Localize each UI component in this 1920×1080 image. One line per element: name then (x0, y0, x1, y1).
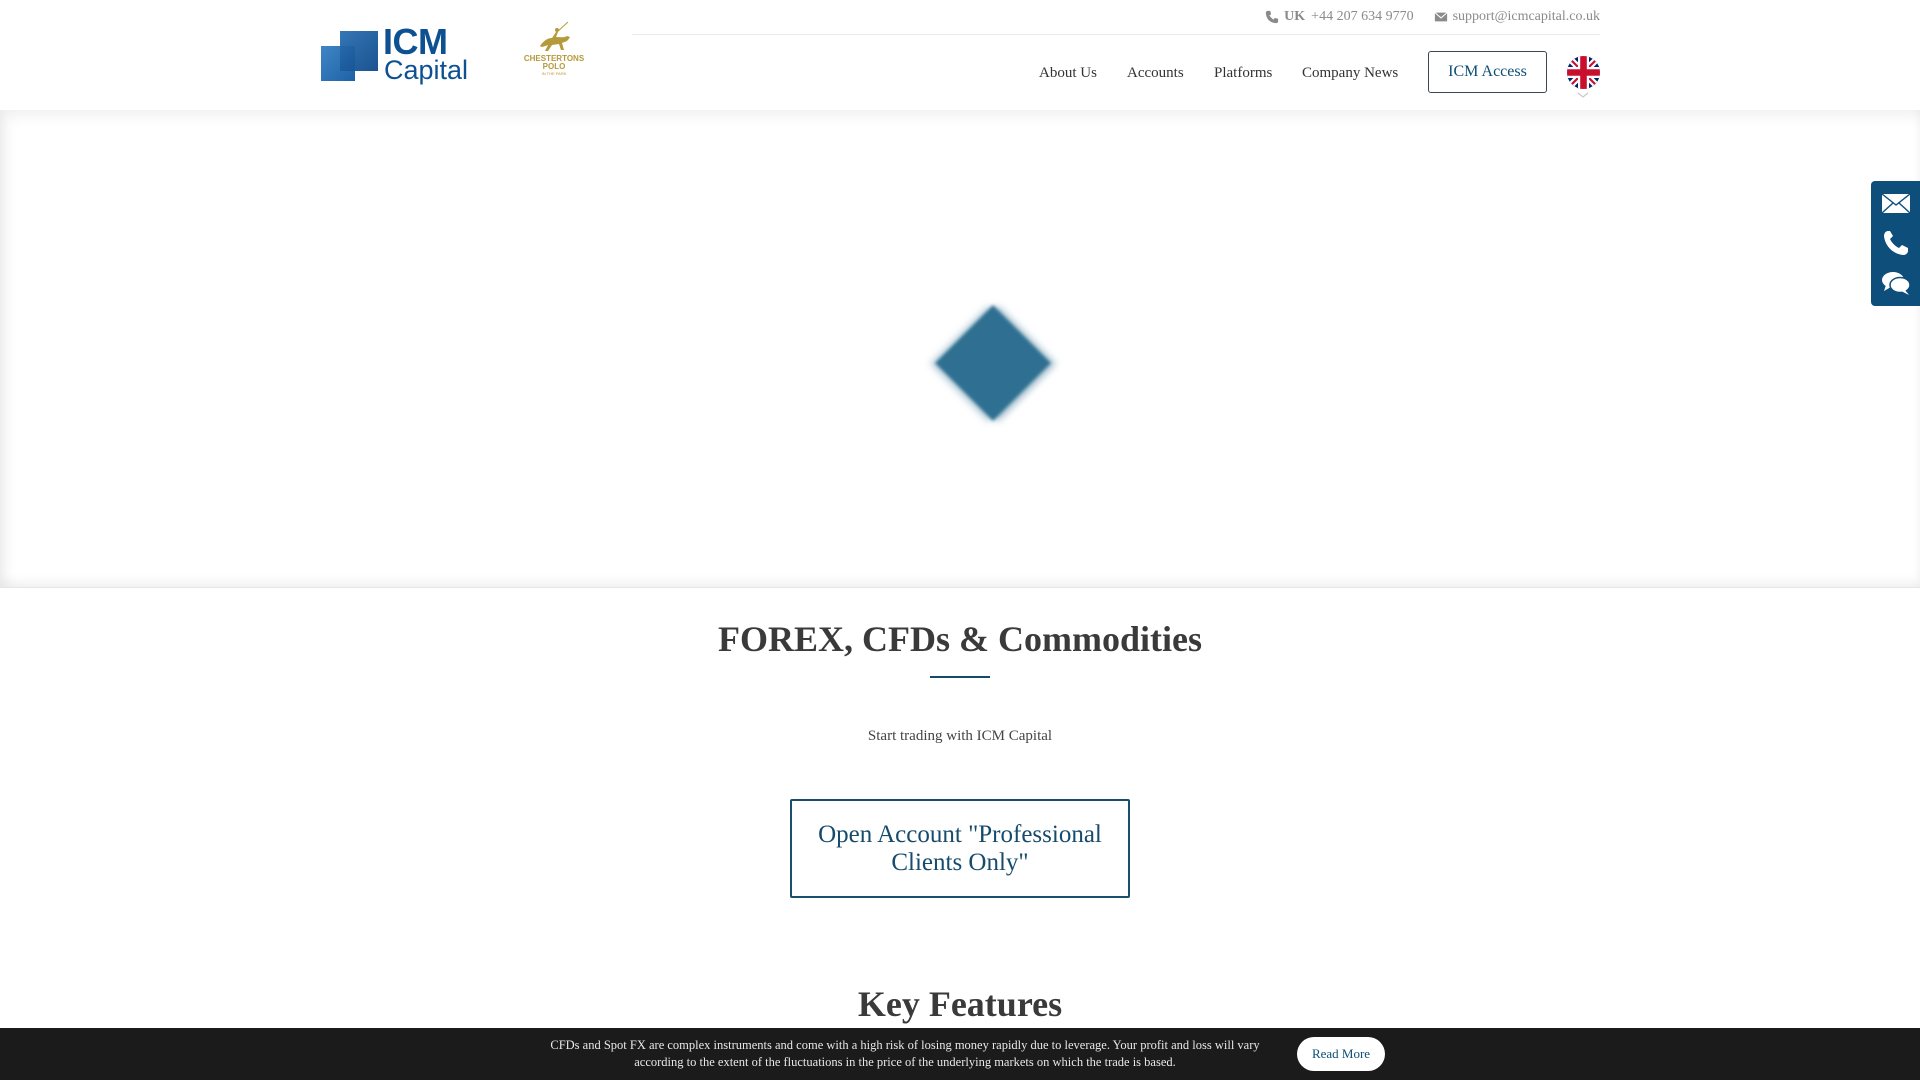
phone-number: +44 207 634 9770 (1311, 9, 1414, 24)
header-divider (632, 34, 1600, 35)
nav-company-news[interactable]: Company News (1302, 60, 1398, 86)
icm-access-button[interactable]: ICM Access (1428, 51, 1547, 93)
chevron-down-icon[interactable] (1577, 92, 1589, 98)
risk-warning-text: CFDs and Spot FX are complex instruments… (550, 1038, 1260, 1069)
email-contact[interactable]: support@icmcapital.co.uk (1434, 9, 1600, 25)
chat-icon[interactable] (1881, 269, 1911, 297)
read-more-button[interactable]: Read More (1297, 1037, 1385, 1071)
envelope-icon[interactable] (1881, 189, 1911, 217)
open-account-button[interactable]: Open Account "Professional Clients Only" (790, 799, 1130, 898)
heading-underline (930, 676, 990, 678)
phone-icon (1266, 10, 1279, 24)
phone-icon[interactable] (1881, 229, 1911, 257)
hero-banner (0, 110, 1920, 588)
envelope-icon (1434, 12, 1448, 22)
site-header: ICM Capital CHESTERTONS POLO IN THE PARK… (0, 0, 1920, 110)
risk-warning-bar: CFDs and Spot FX are complex instruments… (0, 1028, 1920, 1080)
page-heading: FOREX, CFDs & Commodities (718, 619, 1202, 659)
nav-platforms[interactable]: Platforms (1214, 60, 1272, 86)
nav-accounts[interactable]: Accounts (1127, 60, 1184, 86)
main-nav: About Us Accounts Platforms Company News (0, 60, 1920, 86)
phone-contact[interactable]: UK +44 207 634 9770 (1265, 9, 1414, 25)
uk-flag-icon[interactable] (1567, 56, 1600, 89)
loading-spinner-icon (935, 305, 1051, 421)
region-label: UK (1284, 9, 1306, 24)
polo-horse-icon (540, 21, 570, 51)
key-features-heading: Key Features (857, 984, 1063, 1024)
subheading: Start trading with ICM Capital (867, 728, 1053, 744)
nav-about-us[interactable]: About Us (1039, 60, 1097, 86)
email-address: support@icmcapital.co.uk (1452, 9, 1600, 24)
contact-side-widget (1871, 181, 1920, 306)
contact-bar: UK +44 207 634 9770 support@icmcapital.c… (1245, 7, 1600, 27)
